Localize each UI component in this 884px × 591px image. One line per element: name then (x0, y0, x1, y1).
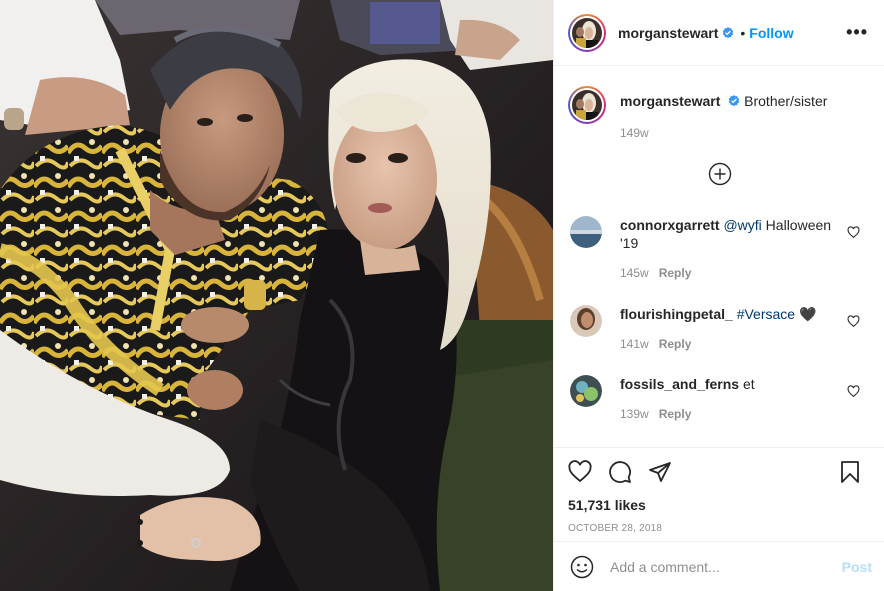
comment-username[interactable]: fossils_and_ferns (620, 376, 739, 392)
comments-section: morganstewart Brother/sister 149w connor… (554, 66, 884, 447)
post-date[interactable]: October 28, 2018 (568, 523, 868, 534)
heart-icon[interactable] (568, 460, 592, 484)
caption-timestamp[interactable]: 149w (620, 124, 827, 142)
comment-bubble-icon[interactable] (608, 460, 632, 484)
commenter-avatar[interactable] (570, 216, 602, 248)
action-bar (568, 460, 868, 484)
avatar-image (572, 90, 602, 120)
comment-timestamp[interactable]: 139w (620, 407, 649, 421)
actions-area: 51,731 likes October 28, 2018 (554, 447, 884, 541)
likes-count[interactable]: 51,731 likes (568, 497, 868, 513)
smiley-icon[interactable] (570, 555, 594, 579)
comment-item: fossils_and_ferns et 139w Reply (570, 375, 868, 423)
comment-like-icon[interactable] (847, 385, 860, 398)
photo-illustration (0, 0, 553, 591)
comment-text: 🖤 (795, 306, 817, 322)
comment-item: flourishingpetal_ #Versace 🖤 141w Reply (570, 305, 868, 353)
avatar-image (572, 17, 602, 48)
verified-badge-icon (729, 95, 740, 107)
commenter-avatar[interactable] (570, 375, 602, 407)
caption-username[interactable]: morganstewart (620, 93, 720, 109)
post-photo[interactable] (0, 0, 553, 591)
bookmark-icon[interactable] (838, 460, 862, 484)
caption: morganstewart Brother/sister 149w (568, 86, 868, 142)
comment-input[interactable] (610, 558, 842, 575)
comment-like-icon[interactable] (847, 226, 860, 239)
comment-timestamp[interactable]: 145w (620, 266, 649, 280)
comment-composer: Post (554, 541, 884, 591)
author-username[interactable]: morganstewart (618, 25, 718, 41)
caption-text: Brother/sister (744, 93, 828, 109)
post-container: morganstewart • Follow ••• morganstewart… (0, 0, 884, 591)
verified-badge-icon (723, 26, 734, 38)
comment-like-icon[interactable] (847, 315, 860, 328)
follow-button[interactable]: Follow (749, 25, 793, 41)
comment-text: et (742, 376, 755, 392)
reply-button[interactable]: Reply (659, 266, 692, 280)
comment-username[interactable]: flourishingpetal_ (620, 306, 733, 322)
post-side-panel: morganstewart • Follow ••• morganstewart… (553, 0, 884, 591)
reply-button[interactable]: Reply (659, 337, 692, 351)
reply-button[interactable]: Reply (659, 407, 692, 421)
post-comment-button[interactable]: Post (842, 559, 872, 575)
paper-plane-icon[interactable] (648, 460, 672, 484)
comment-item: connorxgarrett @wyfi Halloween '19 145w R… (570, 216, 868, 282)
plus-circle-icon[interactable] (708, 162, 732, 186)
author-avatar[interactable] (568, 13, 606, 52)
commenter-avatar[interactable] (570, 305, 602, 337)
comment-hashtag[interactable]: #Versace (737, 306, 795, 322)
post-header: morganstewart • Follow ••• (554, 0, 884, 66)
ellipsis-icon[interactable]: ••• (846, 22, 868, 43)
caption-avatar[interactable] (568, 86, 606, 124)
comment-username[interactable]: connorxgarrett (620, 217, 720, 233)
separator-dot: • (740, 24, 746, 41)
comment-timestamp[interactable]: 141w (620, 337, 649, 351)
comment-mention[interactable]: @wyfi (723, 217, 761, 233)
